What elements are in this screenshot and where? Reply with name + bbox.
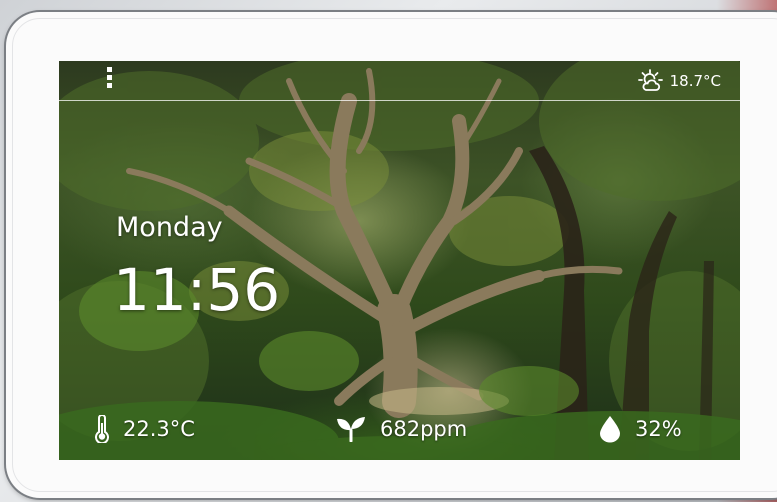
top-bar: 18.7°C [59,61,740,101]
thermometer-icon [95,415,109,443]
co2-value: 682ppm [380,417,468,441]
temperature-value: 22.3°C [123,417,195,441]
day-label: Monday [116,212,223,243]
humidity-readout: 32% [599,413,682,445]
outdoor-temperature: 18.7°C [669,72,721,90]
co2-readout: 682ppm [336,413,467,445]
humidity-value: 32% [635,417,682,441]
outdoor-weather: 18.7°C [637,69,721,93]
water-drop-icon [600,416,620,443]
leaf-sprout-icon [337,417,365,442]
clock-time: 11:56 [113,256,281,324]
temperature-readout: 22.3°C [95,413,195,445]
menu-dots-icon[interactable] [104,67,114,93]
partly-cloudy-icon [637,69,663,91]
display-screen: 18.7°C Monday 11:56 22.3°C 682ppm 32% [59,61,740,460]
